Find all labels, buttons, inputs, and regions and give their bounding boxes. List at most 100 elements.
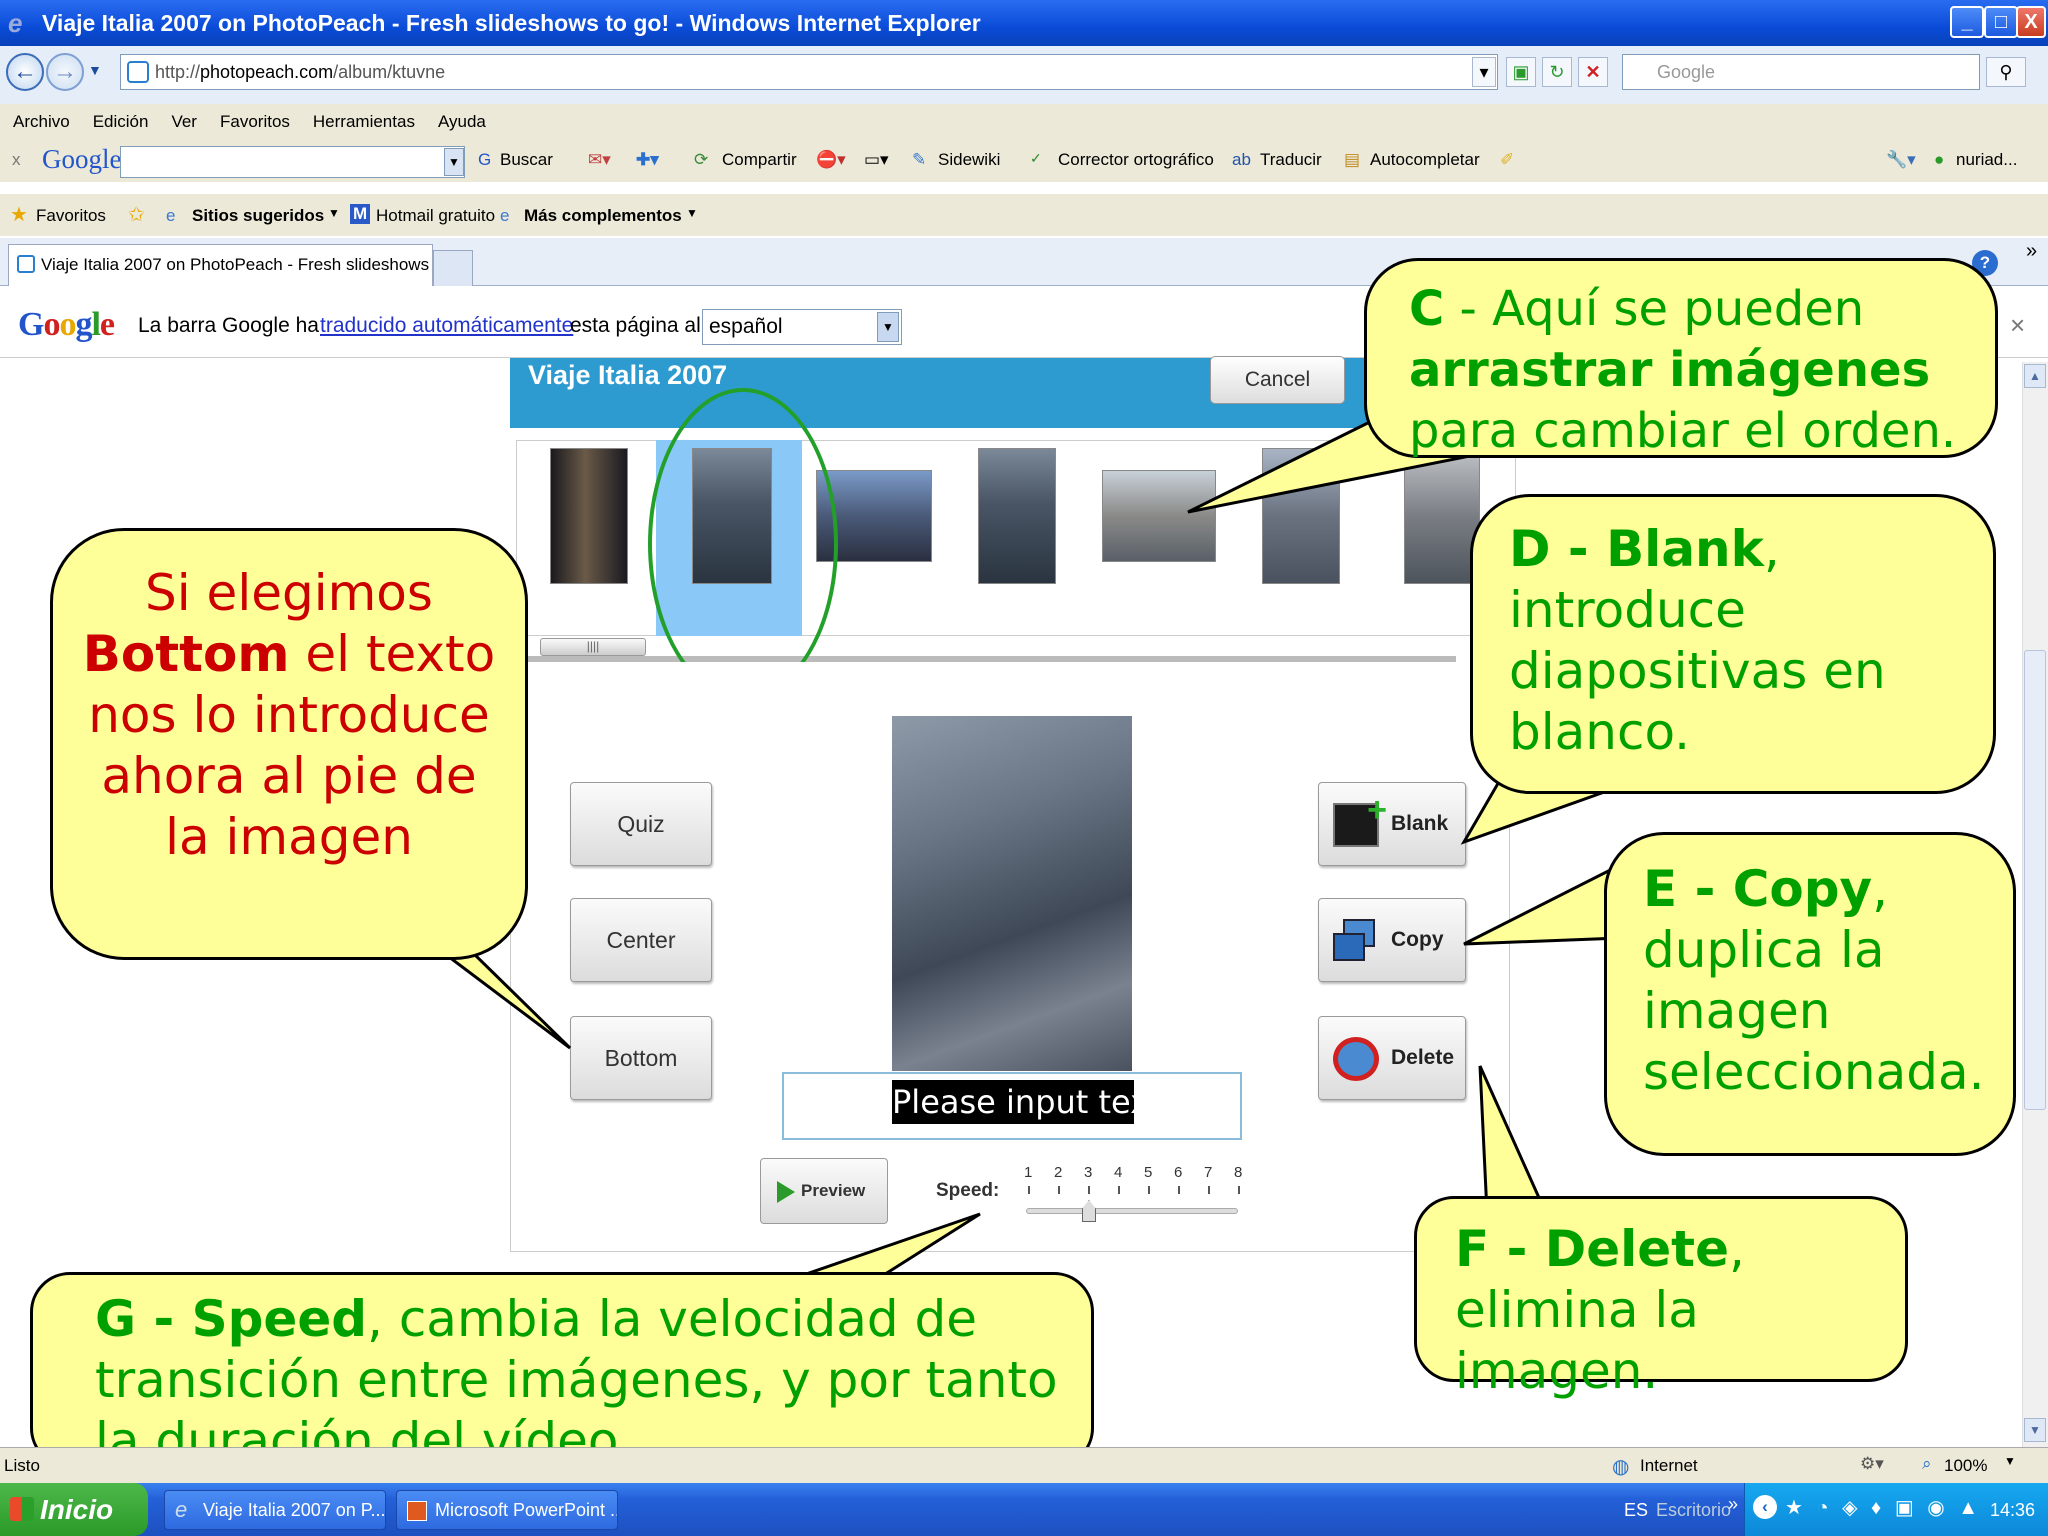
translate-close-icon[interactable]: × (2010, 310, 2025, 341)
sidewiki-button[interactable]: Sidewiki (938, 150, 1000, 170)
start-label: Inicio (40, 1494, 114, 1525)
delete-button[interactable]: Delete (1318, 1016, 1466, 1100)
zoom-icon: ⌕ (1922, 1454, 1932, 1473)
speed-tick-label: 4 (1114, 1164, 1123, 1181)
speed-tick-label: 2 (1054, 1164, 1063, 1181)
corrector-button[interactable]: Corrector ortográfico (1058, 150, 1214, 170)
selection-highlight-oval (648, 388, 838, 700)
url-path: /album/ktuvne (333, 61, 446, 82)
tab-photopeach[interactable]: Viaje Italia 2007 on PhotoPeach - Fresh … (8, 244, 433, 286)
speed-slider-track[interactable] (1026, 1208, 1238, 1214)
complementos-dropdown-icon[interactable]: ▼ (686, 206, 698, 220)
strip-scroll-handle[interactable]: |||| (540, 638, 646, 656)
minimize-button[interactable]: _ (1950, 6, 1984, 38)
mas-complementos-link[interactable]: Más complementos (524, 206, 682, 226)
quiz-button[interactable]: Quiz (570, 782, 712, 866)
close-button[interactable]: X (2016, 6, 2046, 38)
thumbnail-5[interactable] (1102, 470, 1216, 562)
taskbar-item-ie[interactable]: e Viaje Italia 2007 on P... (164, 1490, 386, 1530)
callout-bottom-info: Si elegimos Bottom el texto nos lo intro… (50, 528, 528, 960)
refresh-icon[interactable]: ↻ (1542, 57, 1572, 87)
blank-button[interactable]: + Blank (1318, 782, 1466, 866)
toolbar-close-icon[interactable]: x (12, 150, 21, 170)
thumbnail-4[interactable] (978, 448, 1056, 584)
stop-icon[interactable]: ✕ (1578, 57, 1608, 87)
desktop-toolbar[interactable]: Escritorio (1656, 1500, 1731, 1521)
callout-c-label: C (1409, 281, 1445, 337)
start-button[interactable]: Inicio (0, 1483, 148, 1536)
translate-link[interactable]: traducido automáticamente (320, 314, 573, 338)
menu-ver[interactable]: Ver (171, 112, 197, 132)
preview-button[interactable]: Preview (760, 1158, 888, 1224)
center-button[interactable]: Center (570, 898, 712, 982)
popup-blocker-icon[interactable]: ⛔▾ (816, 150, 846, 170)
compat-view-icon[interactable]: ▣ (1506, 57, 1536, 87)
tray-icons[interactable]: ★ ◔ ◈ ♦ ▣ ◉ ▲ (1785, 1495, 1982, 1520)
menu-ayuda[interactable]: Ayuda (438, 112, 486, 132)
scrollbar-thumb[interactable] (2024, 650, 2046, 1110)
menu-archivo[interactable]: Archivo (13, 112, 70, 132)
forward-button[interactable]: → (46, 53, 84, 91)
toolbar-expand-icon[interactable]: » (1728, 1494, 1738, 1515)
internet-zone-icon: ◍ (1612, 1456, 1630, 1478)
add-favorite-icon[interactable]: ✩ (128, 202, 145, 227)
autocompletar-button[interactable]: Autocompletar (1370, 150, 1480, 170)
bookmark-icon[interactable]: ✉▾ (588, 150, 611, 170)
search-icon[interactable]: ⚲ (1986, 57, 2026, 87)
search-input[interactable]: Google (1622, 54, 1980, 90)
google-toolbar-search-input[interactable] (120, 146, 465, 178)
copy-button[interactable]: Copy (1318, 898, 1466, 982)
address-field[interactable]: http://photopeach.com/album/ktuvne (120, 54, 1498, 90)
zoom-dropdown-icon[interactable]: ▼ (2004, 1454, 2016, 1468)
address-dropdown-icon[interactable]: ▾ (1472, 57, 1496, 87)
speed-tick-label: 3 (1084, 1164, 1093, 1181)
menu-edicion[interactable]: Edición (93, 112, 149, 132)
scroll-down-icon[interactable]: ▼ (2024, 1418, 2046, 1442)
menu-favoritos[interactable]: Favoritos (220, 112, 290, 132)
speed-tick-mark (1058, 1186, 1060, 1194)
traducir-button[interactable]: Traducir (1260, 150, 1322, 170)
url-domain: photopeach.com (200, 61, 334, 82)
speed-tick-label: 1 (1024, 1164, 1033, 1181)
back-button[interactable]: ← (6, 53, 44, 91)
maximize-button[interactable]: □ (1984, 6, 2018, 38)
new-tab-button[interactable] (433, 250, 473, 286)
user-menu[interactable]: nuriad... (1956, 150, 2017, 170)
cancel-button[interactable]: Cancel (1210, 356, 1345, 404)
window-title-bar: e Viaje Italia 2007 on PhotoPeach - Fres… (0, 0, 2048, 46)
sitios-dropdown-icon[interactable]: ▼ (328, 206, 340, 220)
buscar-button[interactable]: Buscar (500, 150, 553, 170)
sitios-sugeridos-link[interactable]: Sitios sugeridos (192, 206, 324, 226)
history-dropdown-icon[interactable]: ▼ (88, 62, 102, 78)
copy-icon (1333, 919, 1379, 963)
language-value: español (709, 315, 783, 338)
bottom-button[interactable]: Bottom (570, 1016, 712, 1100)
protected-mode-icon[interactable]: ⚙▾ (1860, 1454, 1884, 1474)
thumbnail-1[interactable] (550, 448, 628, 584)
favoritos-button[interactable]: Favoritos (36, 206, 106, 226)
language-indicator[interactable]: ES (1624, 1500, 1648, 1521)
speed-tick-mark (1118, 1186, 1120, 1194)
wrench-icon[interactable]: 🔧▾ (1886, 150, 1916, 170)
callout-e: E - Copy, duplica la imagen seleccionada… (1604, 832, 2016, 1156)
compartir-button[interactable]: Compartir (722, 150, 797, 170)
thumbnail-7[interactable] (1404, 448, 1480, 584)
highlighter-icon[interactable]: ✐ (1500, 150, 1514, 170)
tray-expand-icon[interactable]: ‹ (1753, 1495, 1777, 1519)
window-icon[interactable]: ▭▾ (864, 150, 889, 170)
speed-tick-label: 6 (1174, 1164, 1183, 1181)
callout-left-line1: Si elegimos (145, 564, 433, 622)
google-search-dropdown-icon[interactable]: ▼ (444, 148, 464, 176)
more-tools-icon[interactable]: » (2026, 240, 2037, 263)
thumbnail-6[interactable] (1262, 448, 1340, 584)
add-button-icon[interactable]: ✚▾ (636, 150, 659, 170)
caption-text[interactable]: Please input text (892, 1080, 1162, 1124)
menu-herramientas[interactable]: Herramientas (313, 112, 415, 132)
zoom-level[interactable]: 100% (1944, 1456, 1987, 1476)
callout-d-bold: D - Blank (1509, 520, 1764, 578)
callout-g: G - Speed, cambia la velocidad de transi… (30, 1272, 1094, 1470)
taskbar-item-powerpoint[interactable]: Microsoft PowerPoint ... (396, 1490, 618, 1530)
hotmail-link[interactable]: Hotmail gratuito (376, 206, 495, 226)
language-select[interactable]: español ▼ (702, 309, 902, 345)
scroll-up-icon[interactable]: ▲ (2024, 364, 2046, 388)
